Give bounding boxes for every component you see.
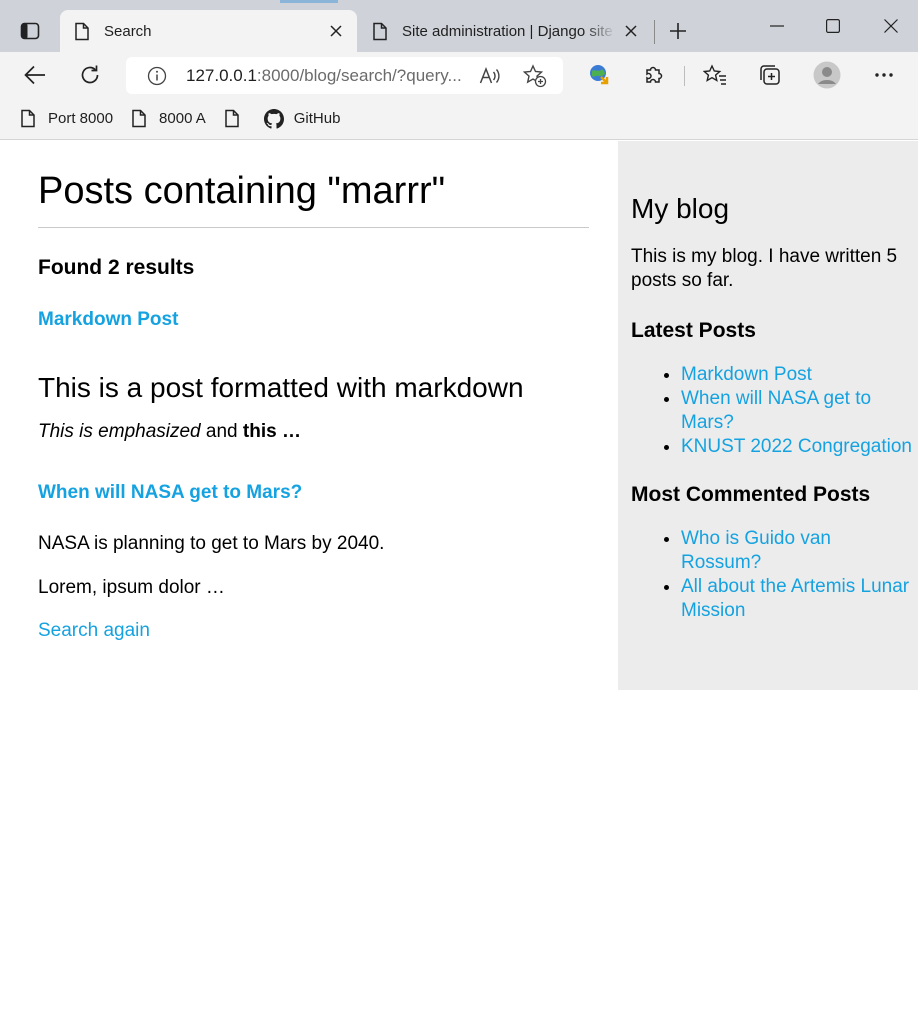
close-window-button[interactable] bbox=[868, 10, 914, 42]
tab-search[interactable]: Search bbox=[60, 10, 357, 52]
close-icon bbox=[330, 25, 342, 37]
result-excerpt: NASA is planning to get to Mars by 2040. bbox=[38, 533, 385, 554]
page-title: Posts containing "marrr" bbox=[38, 169, 589, 228]
close-icon bbox=[884, 19, 898, 33]
bookmark-8000-a[interactable]: 8000 A bbox=[123, 104, 214, 134]
sidebar: My blog This is my blog. I have written … bbox=[618, 141, 918, 690]
minimize-button[interactable] bbox=[754, 10, 800, 42]
most-commented-heading: Most Commented Posts bbox=[631, 483, 871, 506]
url-text[interactable]: 127.0.0.1:8000/blog/search/?query... bbox=[186, 66, 462, 86]
download-manager-extension[interactable] bbox=[583, 59, 615, 91]
commented-post-link[interactable]: All about the Artemis Lunar Mission bbox=[681, 576, 909, 621]
extensions-button[interactable] bbox=[638, 59, 670, 91]
back-arrow-icon bbox=[24, 65, 45, 85]
toolbar-separator bbox=[684, 66, 685, 86]
latest-post-link[interactable]: When will NASA get to Mars? bbox=[681, 388, 871, 433]
favorites-button[interactable] bbox=[699, 59, 731, 91]
tab-strip: Search Site administration | Django site… bbox=[0, 0, 918, 52]
url-path: :8000/blog/search/?query... bbox=[256, 65, 462, 85]
settings-more-button[interactable] bbox=[868, 59, 900, 91]
close-tab-button[interactable] bbox=[321, 16, 351, 46]
refresh-icon bbox=[81, 65, 99, 84]
result-excerpt: This is emphasized and this … bbox=[38, 420, 589, 444]
page-icon bbox=[131, 109, 149, 129]
page-viewport: Posts containing "marrr" Found 2 results… bbox=[0, 141, 918, 1036]
page-icon bbox=[74, 21, 92, 41]
list-item: Markdown Post bbox=[681, 363, 916, 387]
latest-post-link[interactable]: Markdown Post bbox=[681, 364, 812, 385]
bookmark-port-8000[interactable]: Port 8000 bbox=[12, 104, 121, 134]
latest-posts-list: Markdown Post When will NASA get to Mars… bbox=[631, 363, 916, 459]
maximize-icon bbox=[826, 19, 840, 33]
result-body-heading: This is a post formatted with markdown bbox=[38, 372, 524, 403]
tab-title: Search bbox=[104, 22, 152, 40]
site-info-icon[interactable] bbox=[146, 65, 168, 87]
result-link-markdown-post[interactable]: Markdown Post bbox=[38, 309, 178, 330]
close-icon bbox=[625, 25, 637, 37]
page-icon bbox=[372, 21, 390, 41]
bookmark-untitled[interactable] bbox=[216, 104, 250, 134]
new-tab-button[interactable] bbox=[664, 17, 692, 45]
commented-post-link[interactable]: Who is Guido van Rossum? bbox=[681, 528, 831, 573]
profile-button[interactable] bbox=[811, 59, 843, 91]
address-bar[interactable]: 127.0.0.1:8000/blog/search/?query... bbox=[126, 57, 563, 94]
sidebar-title: My blog bbox=[631, 193, 730, 224]
main-content: Posts containing "marrr" Found 2 results… bbox=[38, 141, 589, 642]
result-excerpt: Lorem, ipsum dolor … bbox=[38, 577, 225, 598]
close-tab-button[interactable] bbox=[616, 16, 646, 46]
bookmark-github[interactable]: GitHub bbox=[256, 104, 349, 134]
list-item: All about the Artemis Lunar Mission bbox=[681, 575, 916, 623]
result-title: Markdown Post bbox=[38, 309, 589, 331]
collections-icon bbox=[760, 65, 780, 85]
most-commented-list: Who is Guido van Rossum? All about the A… bbox=[631, 527, 916, 623]
results-count: Found 2 results bbox=[38, 256, 195, 279]
search-again-link[interactable]: Search again bbox=[38, 620, 589, 642]
collections-button[interactable] bbox=[754, 59, 786, 91]
bookmark-label: 8000 A bbox=[159, 110, 206, 127]
refresh-button[interactable] bbox=[74, 59, 106, 91]
add-favorite-icon[interactable] bbox=[522, 63, 548, 89]
sidebar-intro: This is my blog. I have written 5 posts … bbox=[631, 246, 898, 291]
latest-posts-heading: Latest Posts bbox=[631, 319, 756, 342]
more-dots-icon bbox=[875, 73, 893, 77]
excerpt-text: and bbox=[200, 421, 243, 442]
list-item: Who is Guido van Rossum? bbox=[681, 527, 916, 575]
result-title: When will NASA get to Mars? bbox=[38, 482, 589, 504]
tab-strip-accent bbox=[280, 0, 338, 3]
minimize-icon bbox=[770, 25, 784, 27]
excerpt-emphasis: This is emphasized bbox=[38, 421, 201, 442]
browser-toolbar: 127.0.0.1:8000/blog/search/?query... bbox=[0, 52, 918, 98]
url-host: 127.0.0.1 bbox=[186, 65, 257, 85]
latest-post-link[interactable]: KNUST 2022 Congregation bbox=[681, 436, 912, 457]
tab-site-administration[interactable]: Site administration | Django site admin bbox=[358, 10, 652, 52]
tab-title: Site administration | Django site admin bbox=[402, 22, 616, 40]
list-item: When will NASA get to Mars? bbox=[681, 387, 916, 435]
tab-divider bbox=[654, 20, 655, 44]
globe-download-icon bbox=[590, 65, 609, 85]
result-link-nasa-mars[interactable]: When will NASA get to Mars? bbox=[38, 482, 302, 503]
favorites-icon bbox=[703, 64, 726, 85]
plus-icon bbox=[670, 23, 686, 39]
bookmark-label: Port 8000 bbox=[48, 110, 114, 127]
page-icon bbox=[20, 109, 38, 129]
github-icon bbox=[263, 108, 284, 129]
puzzle-icon bbox=[646, 66, 663, 83]
bookmark-label: GitHub bbox=[293, 110, 341, 127]
avatar-icon bbox=[813, 61, 841, 89]
excerpt-strong: this … bbox=[242, 421, 301, 442]
back-button[interactable] bbox=[19, 59, 51, 91]
bookmarks-bar: Port 8000 8000 A GitHub bbox=[0, 98, 918, 140]
read-aloud-icon[interactable] bbox=[478, 63, 504, 89]
tab-actions-button[interactable] bbox=[14, 17, 46, 45]
list-item: KNUST 2022 Congregation bbox=[681, 435, 916, 459]
tab-actions-icon bbox=[20, 22, 40, 40]
maximize-button[interactable] bbox=[810, 10, 856, 42]
page-icon bbox=[224, 109, 242, 129]
